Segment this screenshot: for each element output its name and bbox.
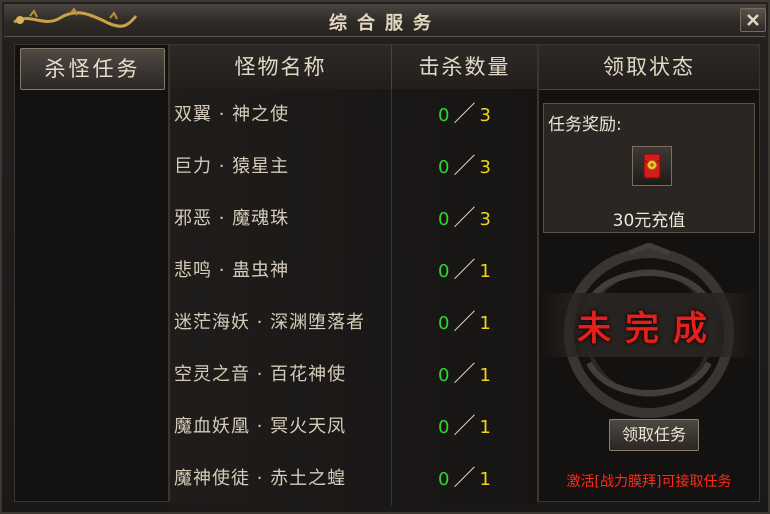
monster-name: 迷茫海妖 · 深渊堕落者 [174,297,392,349]
header-kill-count: 击杀数量 [418,55,511,79]
kill-separator: ／ [453,258,476,283]
monster-name: 巨力 · 猿星主 [174,141,392,193]
activation-hint: 激活[战力膜拜]可接取任务 [566,474,732,490]
kill-progress: 0 ／ 1 [392,401,537,453]
kill-total: 1 [479,261,491,282]
task-status-text: 未完成 [577,309,721,349]
table-row: 悲鸣 · 蛊虫神 0 ／ 1 [170,245,537,298]
kill-total: 3 [479,209,491,230]
kill-separator: ／ [453,362,476,387]
kill-current: 0 [438,417,450,438]
table-header: 怪物名称 击杀数量 [170,45,537,90]
kill-separator: ／ [453,466,476,491]
table-row: 双翼 · 神之使 0 ／ 3 [170,89,537,142]
table-row: 空灵之音 · 百花神使 0 ／ 1 [170,349,537,402]
kill-current: 0 [438,313,450,334]
kill-total: 1 [479,365,491,386]
kill-current: 0 [438,209,450,230]
reward-item-slot[interactable] [632,146,672,186]
kill-progress: 0 ／ 1 [392,453,537,505]
monster-name: 双翼 · 神之使 [174,89,392,141]
monster-name: 邪恶 · 魔魂珠 [174,193,392,245]
reward-box: 任务奖励: 30元充值 [543,103,755,233]
table-row: 魔血妖凰 · 冥火天凤 0 ／ 1 [170,401,537,454]
kill-total: 1 [479,469,491,490]
kill-progress: 0 ／ 1 [392,245,537,297]
monster-name: 魔神使徒 · 赤土之蝗 [174,453,392,505]
kill-progress: 0 ／ 1 [392,349,537,401]
kill-progress: 0 ／ 3 [392,193,537,245]
monster-name: 魔血妖凰 · 冥火天凤 [174,401,392,453]
accept-task-button[interactable]: 领取任务 [609,419,699,451]
kill-current: 0 [438,105,450,126]
kill-separator: ／ [453,310,476,335]
table-row: 魔神使徒 · 赤土之蝗 0 ／ 1 [170,453,537,505]
kill-separator: ／ [453,414,476,439]
service-window: 综合服务 杀怪任务 怪物名称 击杀数量 双翼 · 神之使 0 ／ 3 巨力 · 猿星… [0,0,770,514]
kill-separator: ／ [453,154,476,179]
kill-current: 0 [438,157,450,178]
kill-progress: 0 ／ 3 [392,141,537,193]
kill-total: 3 [479,105,491,126]
kill-separator: ／ [453,206,476,231]
title-bar[interactable]: 综合服务 [4,4,766,37]
red-envelope-icon [643,153,661,179]
header-monster-name: 怪物名称 [170,45,392,89]
table-row: 巨力 · 猿星主 0 ／ 3 [170,141,537,194]
kill-progress: 0 ／ 3 [392,89,537,141]
kill-total: 3 [479,157,491,178]
close-button[interactable] [740,8,766,32]
close-icon [747,14,759,26]
task-sidebar: 杀怪任务 [14,44,169,502]
table-row: 邪恶 · 魔魂珠 0 ／ 3 [170,193,537,246]
status-panel: 领取状态 任务奖励: 30元充值 未完成 领取任务 激活[战力膜拜]可接取任务 [538,44,760,502]
reward-item-text: 30元充值 [612,211,686,231]
kill-current: 0 [438,469,450,490]
kill-current: 0 [438,261,450,282]
kill-current: 0 [438,365,450,386]
kill-progress: 0 ／ 1 [392,297,537,349]
status-banner: 未完成 [539,293,759,357]
window-title: 综合服务 [329,13,441,34]
tab-monster-tasks[interactable]: 杀怪任务 [20,48,165,90]
monster-name: 空灵之音 · 百花神使 [174,349,392,401]
monster-name: 悲鸣 · 蛊虫神 [174,245,392,297]
reward-label: 任务奖励: [548,115,622,135]
monster-table: 怪物名称 击杀数量 双翼 · 神之使 0 ／ 3 巨力 · 猿星主 0 ／ 3 邪恶 ·… [169,44,538,505]
kill-separator: ／ [453,102,476,127]
kill-total: 1 [479,313,491,334]
header-claim-status: 领取状态 [539,45,759,90]
kill-total: 1 [479,417,491,438]
table-row: 迷茫海妖 · 深渊堕落者 0 ／ 1 [170,297,537,350]
